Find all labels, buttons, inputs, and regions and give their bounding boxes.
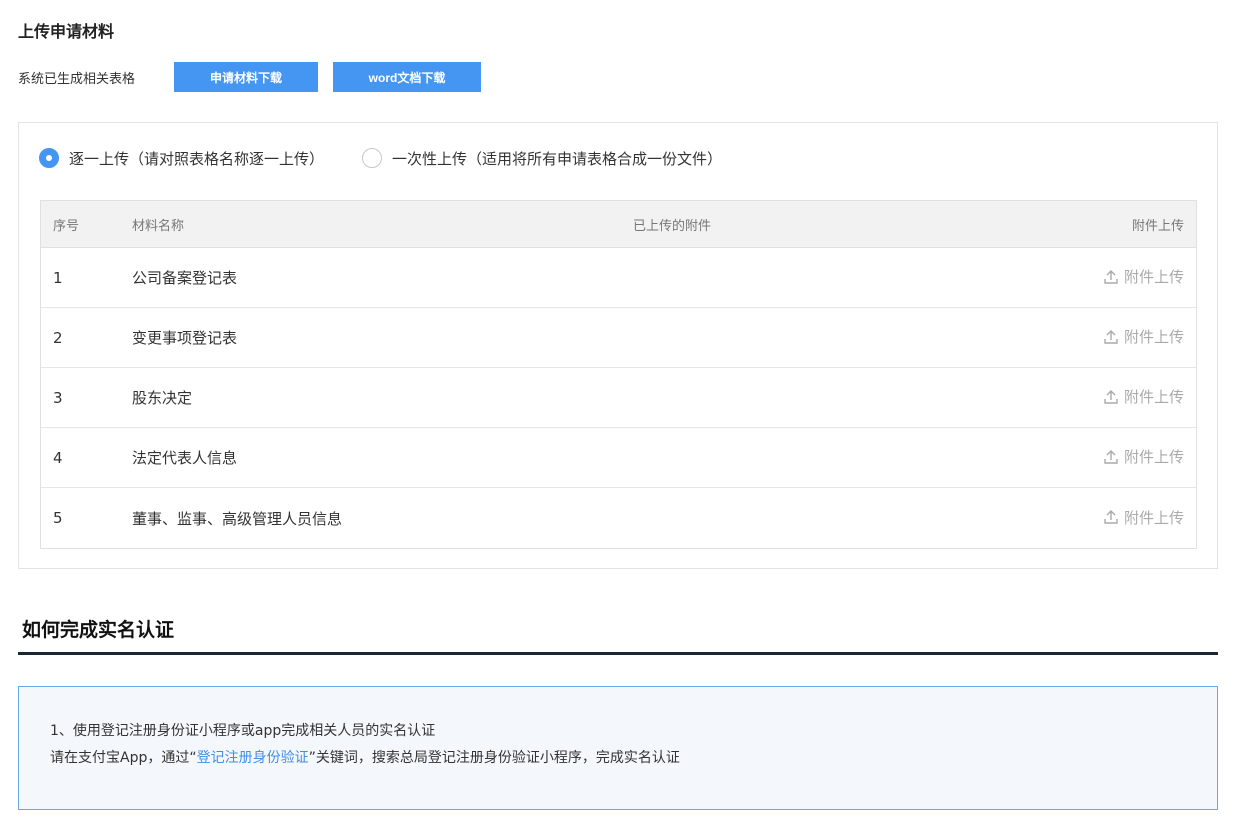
instruction-suffix: ”关键词，搜索总局登记注册身份验证小程序，完成实名认证 <box>308 750 680 766</box>
header-attachments: 已上传的附件 <box>632 218 711 234</box>
attachment-upload-link[interactable]: 附件上传 <box>1103 326 1184 347</box>
row-index: 2 <box>53 328 63 347</box>
table-row: 3 股东决定 附件上传 <box>41 368 1196 428</box>
upload-mode-one-by-one-label: 逐一上传（请对照表格名称逐一上传） <box>69 149 325 168</box>
upload-mode-batch-label: 一次性上传（适用将所有申请表格合成一份文件） <box>392 149 723 168</box>
word-document-download-button[interactable]: word文档下载 <box>333 62 481 92</box>
generated-forms-row: 系统已生成相关表格 申请材料下载 word文档下载 <box>18 62 481 92</box>
row-index: 1 <box>53 268 63 287</box>
attachment-upload-link[interactable]: 附件上传 <box>1103 266 1184 287</box>
attachment-upload-link[interactable]: 附件上传 <box>1103 507 1184 528</box>
row-material-name: 法定代表人信息 <box>132 449 238 467</box>
instruction-prefix: 请在支付宝App，通过“ <box>50 750 197 766</box>
table-row: 1 公司备案登记表 附件上传 <box>41 248 1196 308</box>
upload-icon <box>1104 269 1118 284</box>
table-row: 5 董事、监事、高级管理人员信息 附件上传 <box>41 488 1196 548</box>
radio-checked-icon[interactable] <box>39 148 59 168</box>
upload-mode-one-by-one[interactable]: 逐一上传（请对照表格名称逐一上传） <box>39 148 324 169</box>
generated-forms-label: 系统已生成相关表格 <box>18 71 136 87</box>
row-material-name: 变更事项登记表 <box>132 329 238 347</box>
upload-icon <box>1104 510 1118 524</box>
upload-panel: 逐一上传（请对照表格名称逐一上传） 一次性上传（适用将所有申请表格合成一份文件）… <box>18 122 1218 569</box>
header-upload: 附件上传 <box>1131 218 1184 234</box>
upload-link-label: 附件上传 <box>1123 448 1184 467</box>
realname-info-box: 1、使用登记注册身份证小程序或app完成相关人员的实名认证 请在支付宝App，通… <box>18 686 1218 810</box>
table-row: 2 变更事项登记表 附件上传 <box>41 308 1196 368</box>
row-material-name: 股东决定 <box>132 389 193 407</box>
row-material-name: 公司备案登记表 <box>132 269 238 287</box>
header-name: 材料名称 <box>132 218 185 234</box>
upload-link-label: 附件上传 <box>1123 328 1184 347</box>
upload-icon <box>1104 389 1118 404</box>
upload-mode-batch[interactable]: 一次性上传（适用将所有申请表格合成一份文件） <box>362 148 722 169</box>
upload-link-label: 附件上传 <box>1123 388 1184 407</box>
row-material-name: 董事、监事、高级管理人员信息 <box>132 509 343 528</box>
realname-section-title: 如何完成实名认证 <box>22 619 175 641</box>
section-divider <box>18 652 1218 655</box>
upload-link-label: 附件上传 <box>1123 508 1184 527</box>
materials-table: 序号 材料名称 已上传的附件 附件上传 1 公司备案登记表 附件上传 2 变更事… <box>40 200 1197 549</box>
radio-unchecked-icon[interactable] <box>362 148 383 168</box>
table-header: 序号 材料名称 已上传的附件 附件上传 <box>41 201 1196 248</box>
attachment-upload-link[interactable]: 附件上传 <box>1103 386 1184 407</box>
upload-icon <box>1104 449 1118 464</box>
upload-section-title: 上传申请材料 <box>18 22 115 41</box>
keyword-link[interactable]: 登记注册身份验证 <box>197 750 309 766</box>
realname-step-text: 1、使用登记注册身份证小程序或app完成相关人员的实名认证 <box>50 723 436 739</box>
header-index: 序号 <box>53 218 80 234</box>
upload-mode-group: 逐一上传（请对照表格名称逐一上传） 一次性上传（适用将所有申请表格合成一份文件） <box>39 147 722 169</box>
upload-link-label: 附件上传 <box>1123 268 1184 287</box>
apply-materials-download-button[interactable]: 申请材料下载 <box>174 62 318 92</box>
attachment-upload-link[interactable]: 附件上传 <box>1103 446 1184 467</box>
row-index: 3 <box>53 388 63 407</box>
row-index: 5 <box>53 509 63 527</box>
table-row: 4 法定代表人信息 附件上传 <box>41 428 1196 488</box>
row-index: 4 <box>53 448 63 467</box>
realname-instruction: 请在支付宝App，通过“登记注册身份验证”关键词，搜索总局登记注册身份验证小程序… <box>50 745 1186 772</box>
upload-icon <box>1104 329 1118 344</box>
